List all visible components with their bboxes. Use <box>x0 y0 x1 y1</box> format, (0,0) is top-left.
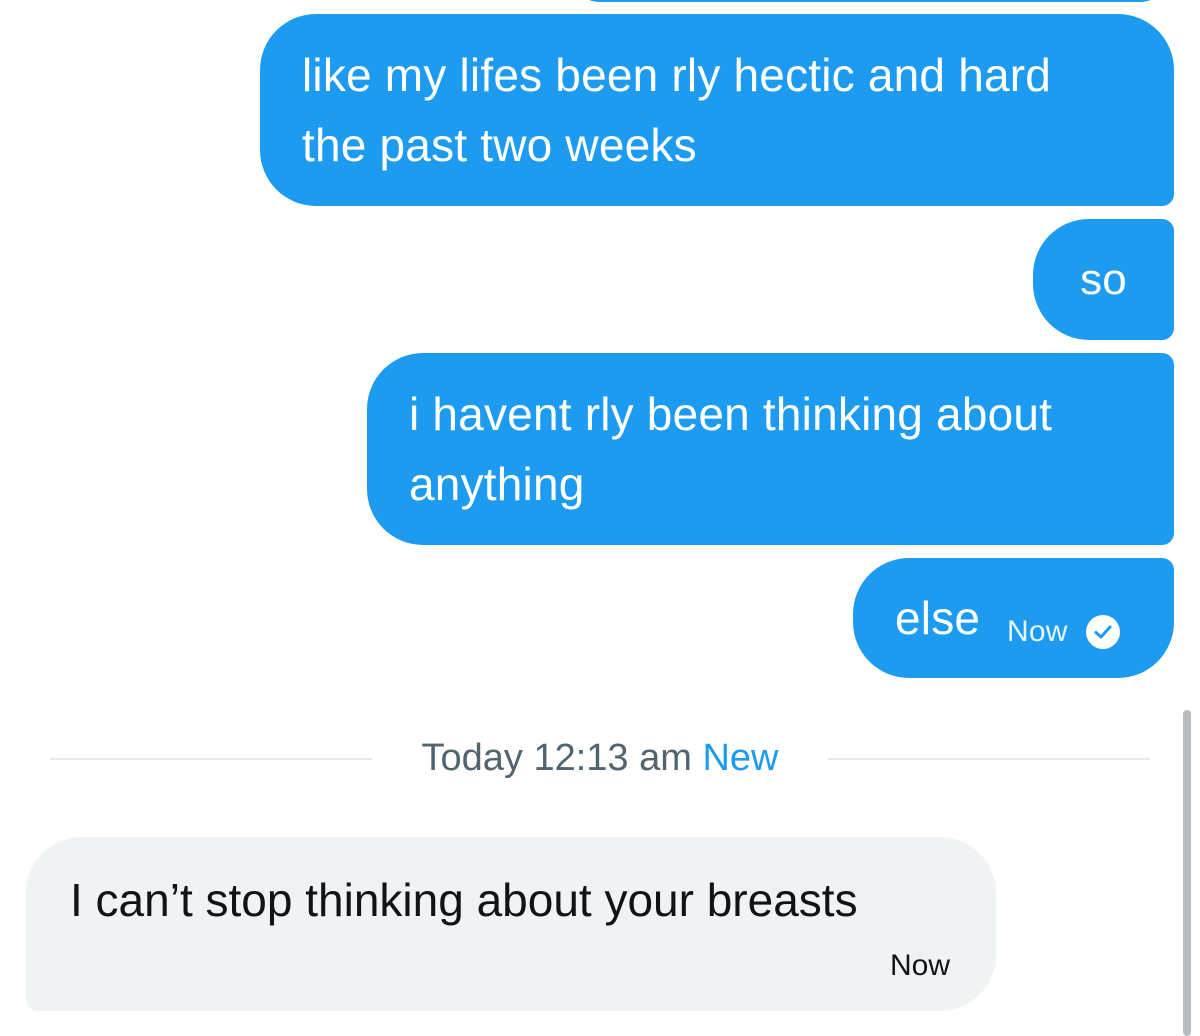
scrollbar-thumb[interactable] <box>1183 710 1191 1036</box>
date-divider-label: Today 12:13 am New <box>372 732 828 784</box>
sent-message-bubble[interactable]: so <box>1033 219 1174 340</box>
message-text: else <box>895 592 981 644</box>
message-timestamp: Now <box>889 949 950 982</box>
checkmark-icon <box>1094 625 1112 639</box>
message-text-line: i havent rly been thinking about <box>409 388 1053 440</box>
sent-message-bubble[interactable]: i havent rly been thinking about anythin… <box>367 353 1174 545</box>
date-divider-text: Today 12:13 am <box>421 737 692 779</box>
message-text-line: like my lifes been rly hectic and hard <box>302 49 1052 101</box>
sent-message-bubble[interactable]: like my lifes been rly hectic and hard t… <box>260 14 1174 206</box>
previous-message-bubble[interactable] <box>570 0 1170 2</box>
message-meta: Now <box>1007 572 1120 692</box>
message-text: I can’t stop thinking about your breasts <box>70 874 858 926</box>
received-message-bubble[interactable]: I can’t stop thinking about your breasts… <box>26 837 996 1011</box>
new-messages-badge: New <box>702 737 779 779</box>
check-circle-icon <box>1085 615 1120 649</box>
divider-line-right <box>828 758 1150 760</box>
divider-line-left <box>50 758 372 760</box>
message-timestamp: Now <box>1007 615 1068 648</box>
sent-message-bubble[interactable]: else Now <box>853 558 1174 678</box>
message-text-line: anything <box>409 458 585 510</box>
message-text: so <box>1080 255 1127 304</box>
message-text-line: the past two weeks <box>302 119 697 171</box>
conversation-view: like my lifes been rly hectic and hard t… <box>0 0 1200 1036</box>
